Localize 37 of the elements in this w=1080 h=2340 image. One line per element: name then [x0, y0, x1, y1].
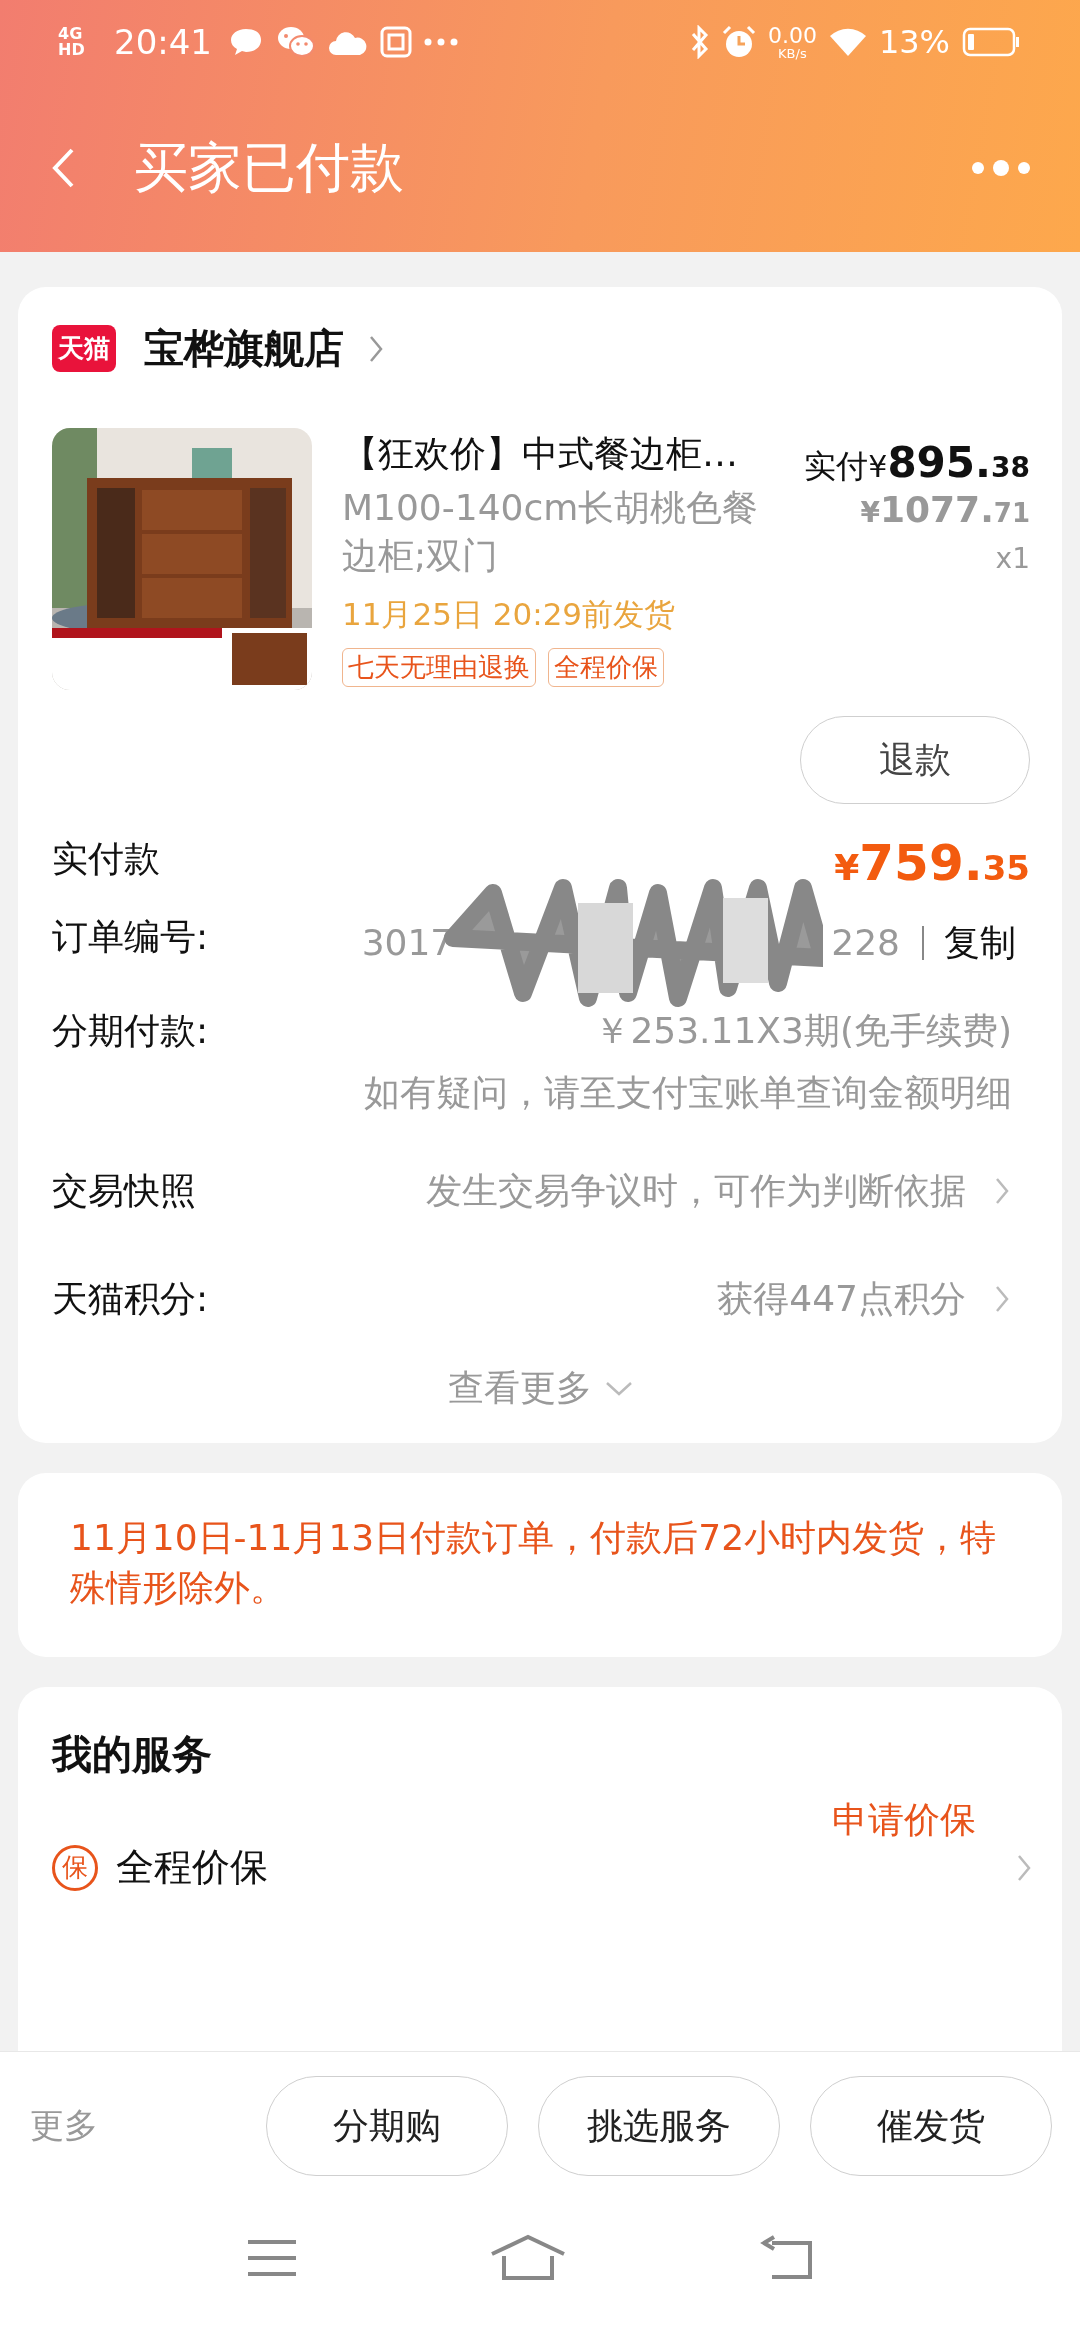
row-label: 天猫积分:	[52, 1277, 209, 1321]
action-button[interactable]: 挑选服务	[538, 2076, 780, 2176]
service-tag: 七天无理由退换	[342, 648, 536, 687]
original-price: ¥1077.71	[860, 489, 1030, 530]
copy-link[interactable]: 复制	[944, 918, 1016, 968]
action-button[interactable]: 催发货	[810, 2076, 1052, 2176]
paid-label: 实付	[804, 446, 869, 487]
refund-button[interactable]: 退款	[800, 716, 1030, 804]
row-label: 实付款	[52, 837, 160, 881]
clock-time: 20:41	[114, 22, 212, 62]
row-label: 交易快照	[52, 1169, 196, 1213]
network-indicator: 4G HD	[58, 26, 86, 58]
row-label: 订单编号:	[52, 915, 209, 959]
installment-amount: ￥253.11X3期(免手续费)	[594, 1009, 1012, 1053]
store-name[interactable]: 宝桦旗舰店	[144, 321, 344, 376]
paid-price: ¥895.38	[868, 438, 1030, 487]
speed-unit: KB/s	[778, 46, 807, 60]
store-badge: 天猫	[52, 325, 116, 372]
battery-percentage: 13%	[878, 23, 950, 61]
apply-link[interactable]: 申请价保	[832, 1796, 976, 1845]
page-title: 买家已付款	[134, 134, 405, 201]
quantity: x1	[995, 542, 1030, 575]
price-protection-badge: 保	[52, 1844, 98, 1891]
product-variant: M100-140cm长胡桃色餐边柜;双门	[342, 486, 760, 578]
shipping-deadline: 11月25日 20:29前发货	[342, 595, 677, 634]
shipping-notice: 11月10日-11月13日付款订单，付款后72小时内发货，特殊情形除外。	[70, 1516, 998, 1610]
service-name: 全程价保	[116, 1844, 269, 1891]
order-number-start: 3017	[361, 921, 454, 965]
installment-note: 如有疑问，请至支付宝账单查询金额明细	[364, 1071, 1012, 1115]
order-number-end: 228	[831, 921, 900, 965]
row-label: 分期付款:	[52, 1009, 209, 1053]
section-title: 我的服务	[52, 1730, 213, 1779]
network-speed: 0.00	[767, 24, 817, 47]
action-button[interactable]: 分期购	[266, 2076, 508, 2176]
service-tag: 全程价保	[548, 648, 664, 687]
paid-amount: ¥759.35	[834, 834, 1030, 892]
product-title[interactable]: 【狂欢价】中式餐边柜…	[342, 428, 762, 480]
